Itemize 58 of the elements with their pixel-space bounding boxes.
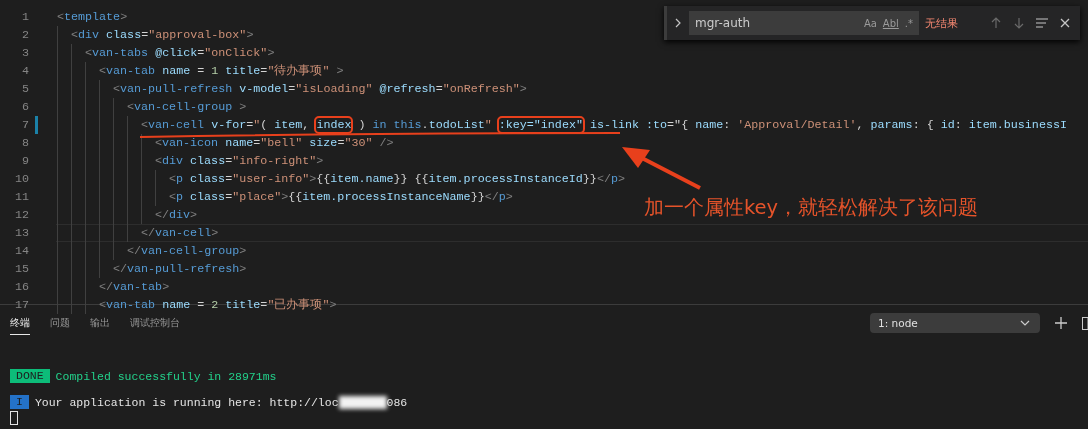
code-line: <van-tab name = 1 title="待办事项" > — [99, 63, 344, 80]
line-number: 15 — [13, 262, 29, 276]
line-number: 8 — [21, 136, 29, 150]
line-number: 11 — [13, 190, 29, 204]
find-option-toggle[interactable]: Aa — [863, 17, 877, 29]
code-line: </van-cell> — [141, 225, 219, 242]
code-line: <van-icon name="bell" size="30" /> — [155, 135, 394, 152]
annotation-text: 加一个属性key，就轻松解决了该问题 — [644, 195, 979, 221]
chevron-down-icon — [1020, 320, 1030, 326]
code-line: </van-cell-group> — [127, 243, 247, 260]
panel-tab[interactable]: 问题 — [50, 311, 70, 335]
code-line: </van-pull-refresh> — [113, 261, 247, 278]
status-badge: DONE — [10, 369, 50, 383]
code-line: <div class="approval-box"> — [71, 27, 254, 44]
terminal-cursor — [10, 411, 18, 425]
code-line: </div> — [155, 207, 198, 224]
chevron-right-icon[interactable] — [673, 17, 683, 29]
code-line: <van-cell-group > — [127, 99, 247, 116]
search-field[interactable]: mgr-auth Aa Abl .* — [689, 11, 919, 35]
terminal-text: Your application is running here: http://loc — [34, 395, 339, 409]
terminal-dropdown[interactable]: 1: node — [870, 313, 1040, 333]
code-line: <van-tab name = 2 title="已办事项"> — [99, 297, 337, 314]
status-badge: I — [10, 395, 29, 409]
line-number: 5 — [21, 82, 29, 96]
line-number: 10 — [13, 172, 29, 186]
code-line: <van-tabs @click="onClick"> — [85, 45, 275, 62]
code-line: </van-tab> — [99, 279, 170, 296]
line-number: 7 — [21, 118, 29, 132]
code-line: <van-pull-refresh v-model="isLoading" @refresh="onRefresh"> — [113, 81, 527, 98]
panel-tab[interactable]: 终端 — [10, 311, 30, 335]
find-option-toggle[interactable]: .* — [904, 17, 913, 29]
no-results-text: 无结果 — [925, 15, 958, 31]
code-line: <div class="info-right"> — [155, 153, 324, 170]
line-number: 4 — [21, 64, 29, 78]
code-line: <van-cell v-for="( item, index ) in this.todoList" :key="index" is-link :to="{ name: 'Approval/Detail', params: { id: item.businessI — [141, 117, 1067, 134]
arrow-up-icon[interactable] — [989, 16, 1003, 30]
plus-icon[interactable] — [1054, 316, 1068, 330]
find-option-toggle[interactable]: Abl — [882, 17, 899, 29]
line-number: 6 — [21, 100, 29, 114]
line-number: 16 — [13, 280, 29, 294]
panel-tab[interactable]: 调试控制台 — [130, 311, 180, 335]
lines-icon[interactable] — [1035, 16, 1049, 30]
line-number: 3 — [21, 46, 29, 60]
line-number: 1 — [21, 10, 29, 24]
line-number: 17 — [13, 298, 29, 312]
line-number: 12 — [13, 208, 29, 222]
code-line: <p class="user-info">{{item.name}} {{item.processInstanceId}}</p> — [169, 171, 625, 188]
panel-tab[interactable]: 输出 — [90, 311, 110, 335]
line-number: 2 — [21, 28, 29, 42]
line-number: 14 — [13, 244, 29, 258]
close-icon[interactable] — [1058, 16, 1072, 30]
terminal-text: Compiled successfully in 28971ms — [55, 369, 277, 383]
code-line: <p class="place">{{item.processInstanceName}}</p> — [169, 189, 513, 206]
arrow-down-icon[interactable] — [1012, 16, 1026, 30]
terminal-text: 086 — [386, 395, 408, 409]
code-line: <template> — [57, 9, 128, 26]
line-number: 13 — [13, 226, 29, 240]
line-number: 9 — [21, 154, 29, 168]
